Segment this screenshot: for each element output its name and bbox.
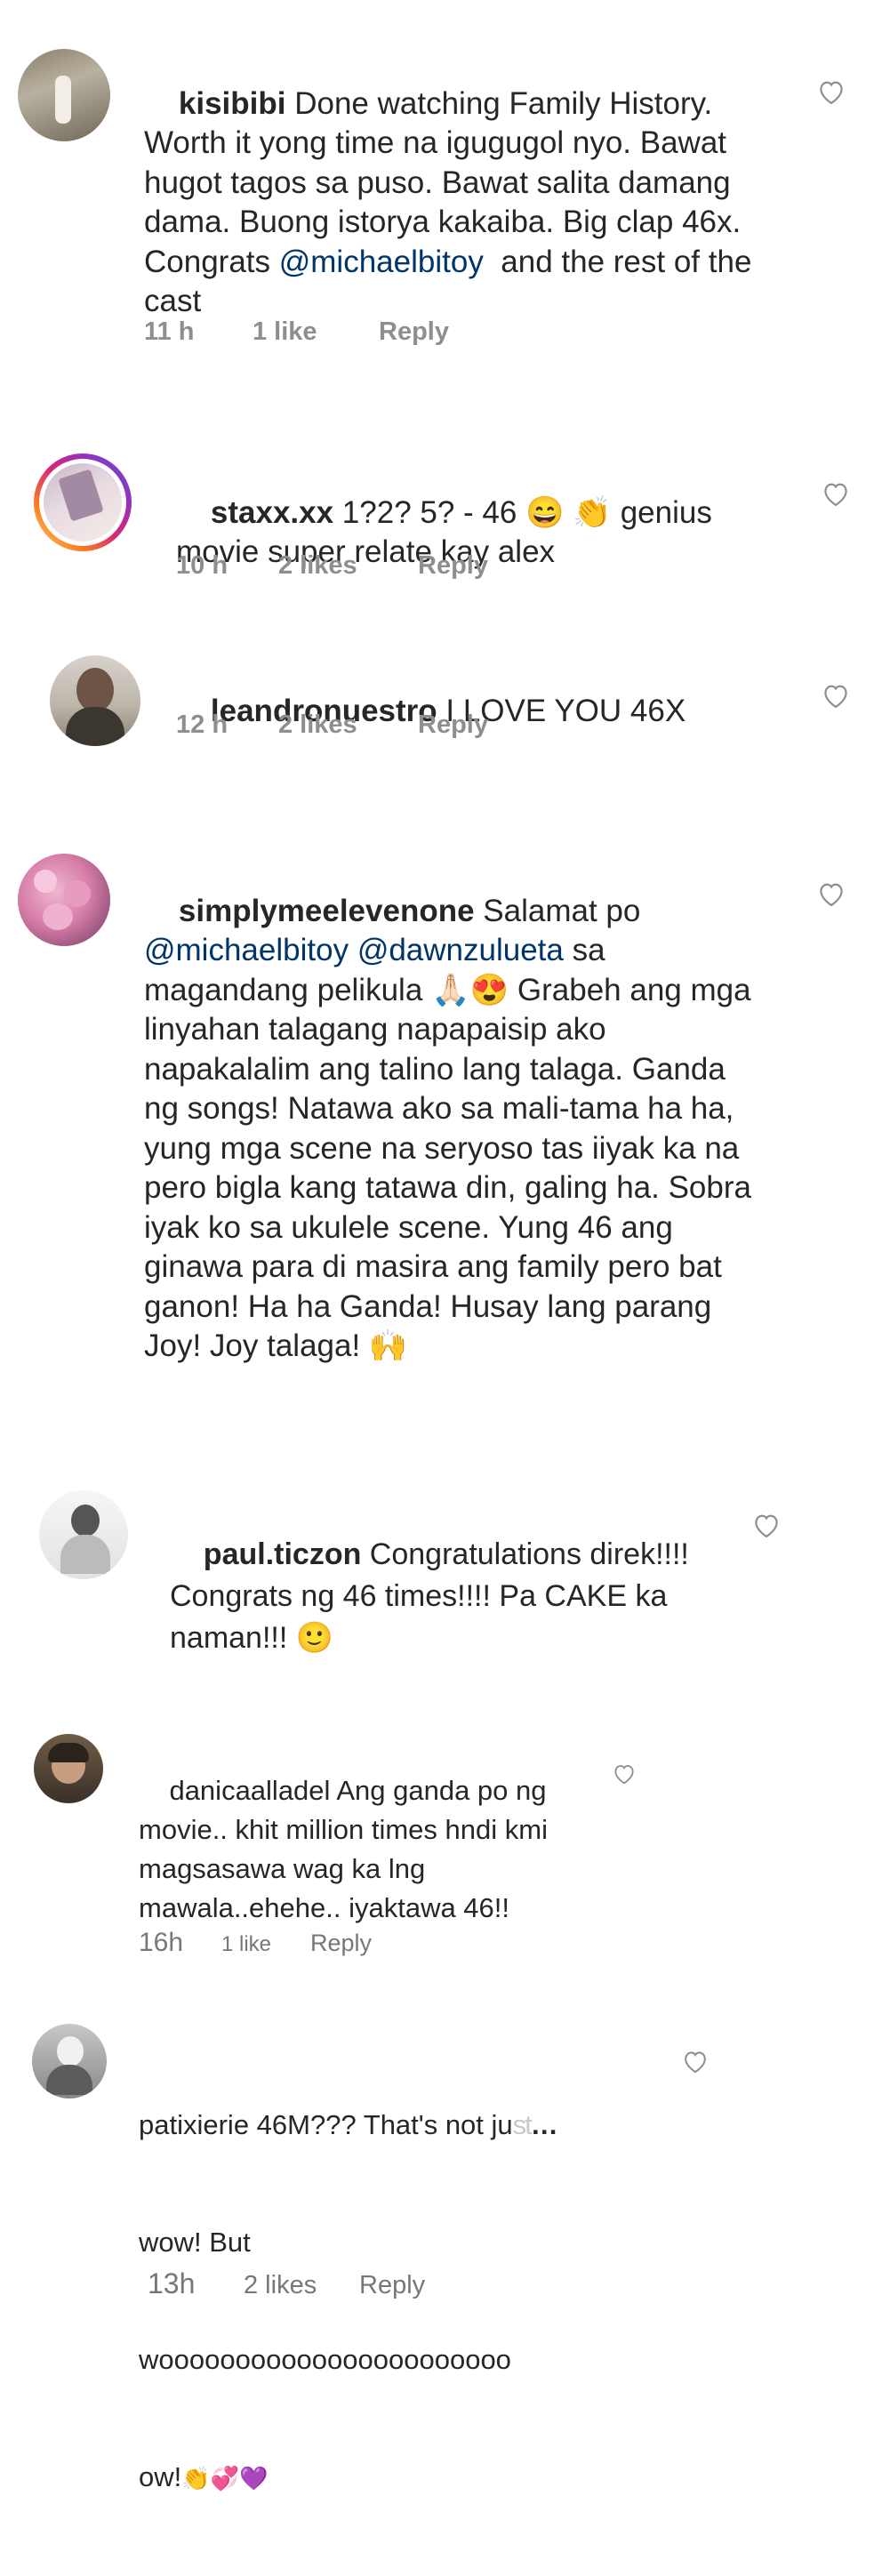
more-ellipsis[interactable]: … [531,2109,558,2140]
reply-button[interactable]: Reply [379,317,449,347]
timestamp: 16h [139,1928,184,1957]
mention-link[interactable]: @michaelbitoy [279,245,484,279]
heart-outline-icon[interactable] [816,78,846,105]
comment-text: patixierie 46M??? That's not just… wow! … [139,2109,558,2492]
mention-link[interactable]: @michaelbitoy [144,933,349,967]
comment-staxx: staxx.xx 1?2? 5? - 46 😄 👏 genius movie s… [0,436,890,614]
like-count[interactable]: 2 likes [244,2271,359,2300]
heart-outline-icon[interactable] [821,480,851,507]
comment-danicaalladel: danicaalladel Ang ganda po ng movie.. kh… [0,1725,890,1958]
comment-text: kisibibi Done watching Family History. W… [144,85,761,319]
heart-outline-icon[interactable] [612,1762,637,1785]
timestamp: 10 h [176,551,229,580]
comment-text: staxx.xx 1?2? 5? - 46 😄 👏 genius movie s… [176,494,721,570]
emoji: 🙌 [368,1328,408,1363]
heart-outline-icon[interactable] [821,682,851,709]
comment-patixierie: patixierie 46M??? That's not just… wow! … [0,2010,890,2492]
username[interactable]: kisibibi [179,86,286,121]
comment-text: simplymeelevenone Salamat po @michaelbit… [144,893,760,1364]
emoji: 🙏🏻😍 [431,972,509,1007]
username[interactable]: simplymeelevenone [179,894,475,928]
avatar[interactable] [34,453,132,551]
timestamp: 11 h [144,317,195,346]
like-count[interactable]: 2 likes [278,551,418,581]
reply-button[interactable]: Reply [418,551,488,581]
heart-outline-icon[interactable] [816,880,846,907]
timestamp: 13h [148,2267,196,2299]
comment-simplymeelevenone: simplymeelevenone Salamat po @michaelbit… [0,836,890,1387]
comment-meta: 12 h 2 likes Reply [176,710,488,740]
comment-text: paul.ticzon Congratulations direk!!!! Co… [170,1537,698,1655]
avatar[interactable] [18,49,110,141]
username[interactable]: danicaalladel [169,1775,330,1806]
avatar[interactable] [18,854,110,946]
comment-paul-ticzon: paul.ticzon Congratulations direk!!!! Co… [0,1476,890,1655]
username[interactable]: paul.ticzon [204,1537,362,1571]
emoji: 🙂 [295,1621,334,1655]
comment-leandronuestro: leandronuestro I LOVE YOU 46X 12 h2 like… [0,636,890,769]
username[interactable]: patixierie [139,2109,249,2140]
faded-text: st [512,2109,533,2140]
avatar[interactable] [39,1490,128,1579]
emoji: 😄 👏 [525,494,612,530]
username[interactable]: staxx.xx [211,495,333,530]
avatar[interactable] [50,655,140,746]
comment-meta: 10 h 2 likes Reply [176,551,488,581]
timestamp: 12 h [176,710,229,739]
reply-button[interactable]: Reply [359,2271,425,2300]
heart-outline-icon[interactable] [681,2049,710,2074]
comment-meta: 13h 2 likes Reply [148,2267,425,2300]
like-count[interactable]: 1 like [253,317,379,347]
reply-button[interactable]: Reply [418,710,488,740]
comment-meta: 16h 1 like Reply [139,1928,372,1958]
heart-outline-icon[interactable] [751,1512,782,1538]
avatar[interactable] [32,2024,107,2099]
like-count[interactable]: 1 like [221,1932,310,1957]
avatar[interactable] [34,1734,103,1803]
comment-kisibibi: kisibibi Done watching Family History. W… [0,0,890,373]
comment-meta: 11 h 1 like Reply [144,317,449,347]
reply-button[interactable]: Reply [310,1930,372,1957]
emoji: 👏💞💜 [181,2465,269,2492]
mention-link[interactable]: @dawnzulueta [357,933,564,967]
like-count[interactable]: 2 likes [278,710,418,740]
